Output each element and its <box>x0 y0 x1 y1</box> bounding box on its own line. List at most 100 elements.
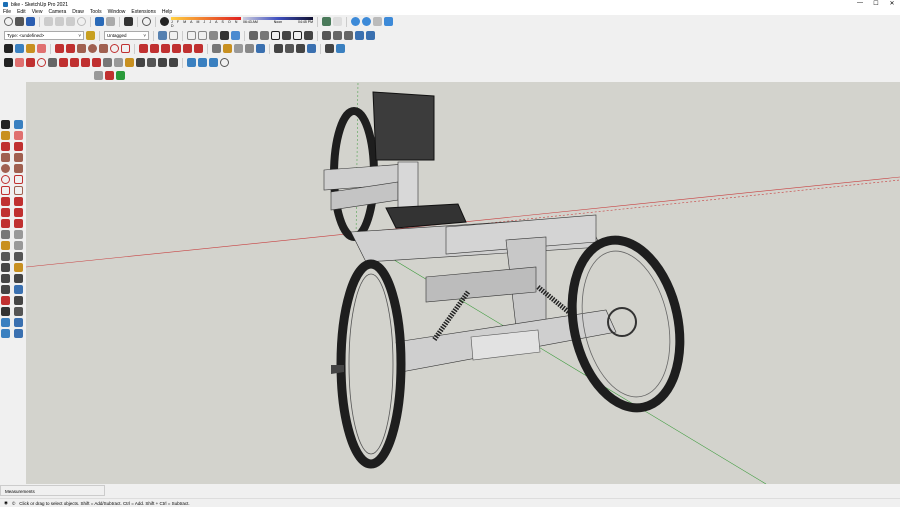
iso-view-icon[interactable] <box>249 31 258 40</box>
pencil-icon[interactable] <box>26 58 35 67</box>
push-pull-icon[interactable] <box>150 44 159 53</box>
left-view-icon[interactable] <box>304 31 313 40</box>
maximize-button[interactable]: ☐ <box>868 0 884 7</box>
component-icon[interactable] <box>14 120 23 129</box>
wireframe-icon[interactable] <box>198 31 207 40</box>
position-camera-icon[interactable] <box>1 296 10 305</box>
warehouse-icon[interactable] <box>1 318 10 327</box>
rectangle-icon[interactable] <box>77 44 86 53</box>
scene-icon[interactable] <box>94 71 103 80</box>
extension-icon[interactable] <box>333 17 342 26</box>
select-icon[interactable] <box>1 120 10 129</box>
layout-icon[interactable] <box>105 71 114 80</box>
back-view-icon[interactable] <box>293 31 302 40</box>
freehand-icon[interactable] <box>14 142 23 151</box>
pan-icon[interactable] <box>285 44 294 53</box>
rectangle-icon[interactable] <box>1 153 10 162</box>
sandbox3-icon[interactable] <box>344 31 353 40</box>
view-icon[interactable] <box>351 17 360 26</box>
rotated-rectangle-icon[interactable] <box>14 153 23 162</box>
right-view-icon[interactable] <box>282 31 291 40</box>
scale-icon[interactable] <box>1 219 10 228</box>
top-view-icon[interactable] <box>260 31 269 40</box>
move-icon[interactable] <box>139 44 148 53</box>
date-slider[interactable]: J F M A M J J A S O N D <box>171 17 241 28</box>
push-pull-icon[interactable] <box>14 197 23 206</box>
front-view-icon[interactable] <box>271 31 280 40</box>
sandbox-icon[interactable] <box>322 31 331 40</box>
axes-icon[interactable] <box>256 44 265 53</box>
open-icon[interactable] <box>15 17 24 26</box>
section-plane-icon[interactable] <box>14 307 23 316</box>
shaded-texture-icon[interactable] <box>231 31 240 40</box>
paste-icon[interactable] <box>66 17 75 26</box>
text-icon[interactable] <box>114 58 123 67</box>
arc-icon[interactable] <box>1 175 10 184</box>
tape-measure-icon[interactable] <box>103 58 112 67</box>
3d-viewport[interactable] <box>26 82 900 484</box>
walk-icon[interactable] <box>1 307 10 316</box>
text-icon[interactable] <box>245 44 254 53</box>
push-pull-icon[interactable] <box>59 58 68 67</box>
time-slider[interactable]: 06:43 AM Noon 04:45 PM <box>243 17 313 26</box>
scale-icon[interactable] <box>92 58 101 67</box>
type-combo[interactable]: Type: <undefined> ˅ <box>4 31 84 40</box>
protractor-icon[interactable] <box>234 44 243 53</box>
eraser-icon[interactable] <box>14 131 23 140</box>
rotate-icon[interactable] <box>161 44 170 53</box>
component-icon[interactable] <box>15 44 24 53</box>
undo-icon[interactable] <box>95 17 104 26</box>
look-around-icon[interactable] <box>14 296 23 305</box>
zoom-icon[interactable] <box>296 44 305 53</box>
zoom-extents-icon[interactable] <box>1 285 10 294</box>
xray-style-icon[interactable] <box>187 31 196 40</box>
shape-dropdown-icon[interactable] <box>48 58 57 67</box>
share-model-icon[interactable] <box>198 58 207 67</box>
offset-icon[interactable] <box>194 44 203 53</box>
section-plane-icon[interactable] <box>158 31 167 40</box>
zoom-icon[interactable] <box>1 274 10 283</box>
paint-bucket-icon[interactable] <box>125 58 134 67</box>
arc-icon[interactable] <box>110 44 119 53</box>
walk-icon[interactable] <box>325 44 334 53</box>
erase-icon[interactable] <box>77 17 86 26</box>
pie-icon[interactable] <box>14 186 23 195</box>
follow-me-icon[interactable] <box>14 208 23 217</box>
redo-icon[interactable] <box>106 17 115 26</box>
print-icon[interactable] <box>124 17 133 26</box>
cut-icon[interactable] <box>44 17 53 26</box>
rotate-icon[interactable] <box>81 58 90 67</box>
component-icon[interactable] <box>373 17 382 26</box>
orbit-icon[interactable] <box>1 263 10 272</box>
zoom-extents-icon[interactable] <box>307 44 316 53</box>
zoom-icon[interactable] <box>158 58 167 67</box>
orbit-icon[interactable] <box>136 58 145 67</box>
account-icon[interactable] <box>220 58 229 67</box>
minimize-button[interactable]: — <box>852 0 868 7</box>
warehouse-icon[interactable] <box>187 58 196 67</box>
select-icon[interactable] <box>4 44 13 53</box>
section-display-icon[interactable] <box>169 31 178 40</box>
extension-icon[interactable] <box>1 329 10 338</box>
move-icon[interactable] <box>1 197 10 206</box>
dimension-icon[interactable] <box>223 44 232 53</box>
tape-measure-icon[interactable] <box>212 44 221 53</box>
follow-me-icon[interactable] <box>172 44 181 53</box>
eraser-icon[interactable] <box>37 44 46 53</box>
warehouse-icon[interactable] <box>322 17 331 26</box>
arc3-icon[interactable] <box>1 186 10 195</box>
3d-text-icon[interactable] <box>14 252 23 261</box>
offset-icon[interactable] <box>14 219 23 228</box>
circle-icon[interactable] <box>88 44 97 53</box>
new-icon[interactable] <box>4 17 13 26</box>
polygon-icon[interactable] <box>14 164 23 173</box>
share-icon[interactable] <box>14 318 23 327</box>
measurements-box[interactable]: Measurements <box>0 485 105 496</box>
tape-measure-icon[interactable] <box>1 230 10 239</box>
zoom-extents-icon[interactable] <box>169 58 178 67</box>
model-info-icon[interactable] <box>142 17 151 26</box>
shaded-icon[interactable] <box>220 31 229 40</box>
scale-icon[interactable] <box>183 44 192 53</box>
close-button[interactable]: ✕ <box>884 0 900 7</box>
paint-bucket-icon[interactable] <box>26 44 35 53</box>
